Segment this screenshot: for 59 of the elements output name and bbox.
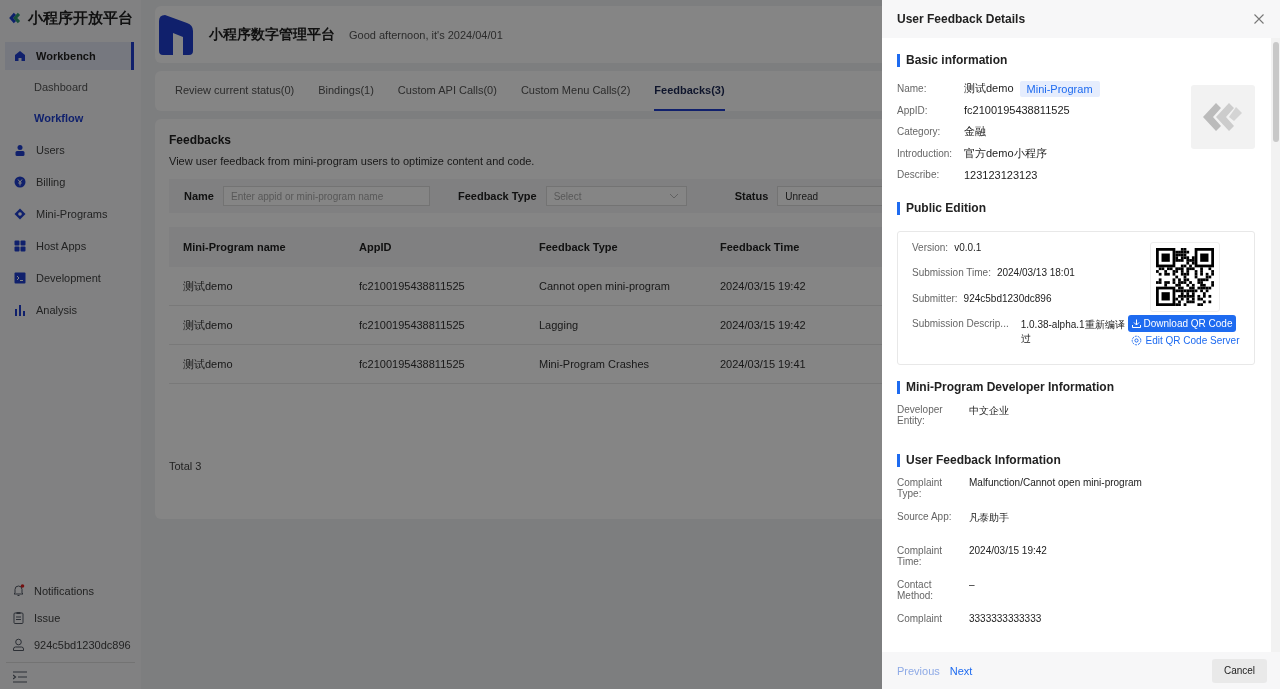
field-value: 924c5bd1230dc896 xyxy=(963,292,1052,306)
field-value: 3333333333333 xyxy=(969,612,1042,626)
column-header: Mini-Program name xyxy=(183,241,287,253)
platform-title: 小程序数字管理平台 xyxy=(209,25,335,44)
table-cell-text: 测试demo xyxy=(183,278,234,294)
field-value: 测试demo xyxy=(964,81,1014,97)
total-count: Total 3 xyxy=(169,460,203,472)
field-label: Source App: xyxy=(897,510,953,524)
field-label: Submitter: xyxy=(912,292,958,306)
table-cell-text: 测试demo xyxy=(183,356,234,372)
table-cell-text: fc2100195438811525 xyxy=(359,319,466,331)
field-label: Version: xyxy=(912,241,949,255)
field-label: Complaint xyxy=(897,612,944,626)
column-header: AppID xyxy=(359,241,393,253)
field-label: Contact Method: xyxy=(897,578,935,603)
section-heading: Public Edition xyxy=(897,201,1255,215)
table-cell-text: 2024/03/15 19:41 xyxy=(720,358,807,370)
filter-label: Name xyxy=(184,190,214,202)
table-cell-text: Mini-Program Crashes xyxy=(539,358,651,370)
field-value: 金融 xyxy=(964,124,986,140)
field-label: Category: xyxy=(897,126,942,138)
field-value: Malfunction/Cannot open mini-program xyxy=(969,476,1142,490)
section-heading: Basic information xyxy=(897,54,1255,67)
field-label: Complaint Type: xyxy=(897,476,944,501)
section-heading: Mini-Program Developer Information xyxy=(897,380,1255,394)
section-heading: User Feedback Information xyxy=(897,453,1255,467)
drawer-title: User Feedback Details xyxy=(897,12,1026,26)
table-cell-text: 测试demo xyxy=(183,317,234,333)
field-value: fc2100195438811525 xyxy=(964,104,1070,117)
section-description: View user feedback from mini-program users to optimize content and code. xyxy=(169,155,536,167)
field-label: Introduction: xyxy=(897,147,954,159)
field-label: Describe: xyxy=(897,169,941,181)
table-cell-text: fc2100195438811525 xyxy=(359,280,466,292)
field-label: Name: xyxy=(897,83,928,95)
field-value: 123123123123 xyxy=(964,168,1038,181)
table-cell-text: fc2100195438811525 xyxy=(359,358,466,370)
field-value: 2024/03/13 18:01 xyxy=(996,267,1075,280)
table-cell-text: Lagging xyxy=(539,319,580,331)
table-cell-text: 2024/03/15 19:42 xyxy=(720,280,807,292)
field-value: 官方demo小程序 xyxy=(964,145,1047,161)
filter-label: Feedback Type xyxy=(457,190,537,202)
field-label: Submission Descrip... xyxy=(912,318,1009,331)
brand-name: 小程序开放平台 xyxy=(28,8,133,28)
field-value: – xyxy=(969,578,975,592)
field-value: 2024/03/15 19:42 xyxy=(969,544,1047,558)
column-header: Feedback Type xyxy=(539,241,619,253)
field-label: Complaint Time: xyxy=(897,544,944,569)
greeting: Good afternoon, it's 2024/04/01 xyxy=(349,28,503,41)
section-title: Feedbacks xyxy=(169,133,233,147)
type-tag: Mini-Program xyxy=(1019,80,1100,97)
field-label: AppID: xyxy=(897,104,929,116)
field-value: v0.0.1 xyxy=(954,241,982,255)
table-cell-text: Cannot open mini-program xyxy=(539,280,671,292)
field-label: Submission Time: xyxy=(912,267,991,280)
filter-label: Status xyxy=(734,190,769,202)
field-label: Developer Entity: xyxy=(897,403,944,428)
field-value: 1.0.38-alpha.1重新编译过 xyxy=(1020,318,1126,346)
field-value: 中文企业 xyxy=(969,403,1009,418)
field-value: 凡泰助手 xyxy=(969,510,1009,525)
